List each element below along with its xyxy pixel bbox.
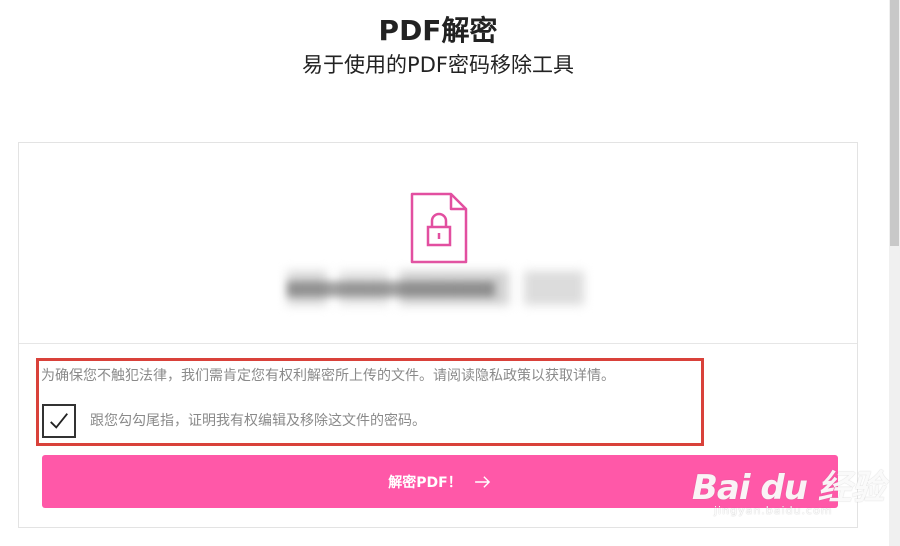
decrypt-button-label: 解密PDF！ <box>388 474 462 491</box>
scrollbar-thumb[interactable] <box>890 0 899 246</box>
page: PDF解密 易于使用的PDF密码移除工具 ▇▇▇▇▇▇▇▇▇▇▇▇▇▇▇▇▇▇ … <box>0 0 900 546</box>
consent-checkbox-label[interactable]: 跟您勾勾尾指，证明我有权编辑及移除这文件的密码。 <box>90 411 426 431</box>
legal-notice: 为确保您不触犯法律，我们需肯定您有权利解密所上传的文件。请阅读隐私政策以获取详情… <box>41 368 615 384</box>
page-title: PDF解密 <box>378 14 498 47</box>
file-preview-area[interactable]: ▇▇▇▇▇▇▇▇▇▇▇▇▇▇▇▇▇▇ <box>19 143 857 344</box>
file-name: ▇▇▇▇▇▇▇▇▇▇▇▇▇▇▇▇▇▇ <box>287 279 495 297</box>
page-subtitle: 易于使用的PDF密码移除工具 <box>302 53 574 77</box>
vertical-scrollbar[interactable] <box>889 0 900 546</box>
locked-pdf-file-icon <box>410 192 468 264</box>
checkmark-icon <box>50 413 68 429</box>
arrow-right-icon <box>474 475 490 488</box>
consent-checkbox[interactable] <box>42 404 76 438</box>
decrypt-pdf-button[interactable]: 解密PDF！ <box>42 455 838 508</box>
